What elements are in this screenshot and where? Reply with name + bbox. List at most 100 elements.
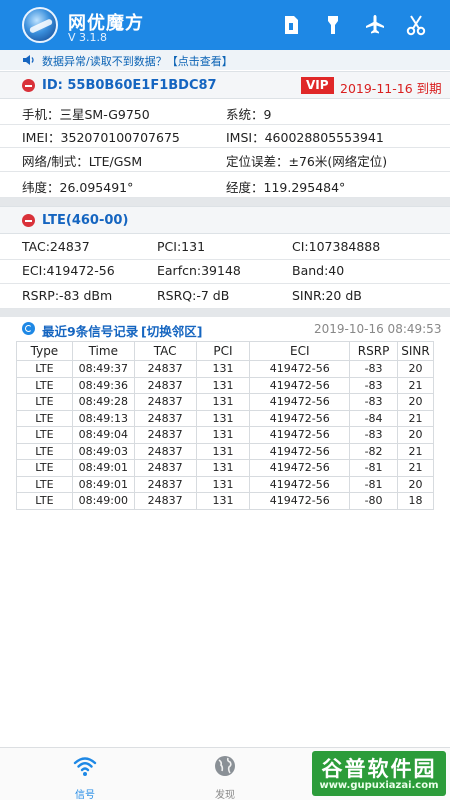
- collapse-icon[interactable]: [22, 214, 35, 227]
- cell-tac: 24837: [133, 376, 197, 394]
- device-info-row: 网络/制式：LTE/GSM 定位误差：±76米(网络定位): [0, 146, 450, 172]
- table-row: LTE 08:49:00 24837 131 419472-56 -80 18: [16, 492, 434, 510]
- table-row: LTE 08:49:28 24837 131 419472-56 -83 20: [16, 393, 434, 411]
- eci-value: ECI:419472-56: [22, 263, 115, 278]
- cell-type: LTE: [16, 393, 73, 411]
- ci-value: CI:107384888: [292, 239, 381, 254]
- lte-info-row: TAC:24837 PCI:131 CI:107384888: [0, 234, 450, 260]
- cell-sinr: 21: [397, 442, 434, 460]
- cell-tac: 24837: [133, 393, 197, 411]
- device-info-row: IMEI：352070100707675 IMSI：46002880555394…: [0, 122, 450, 148]
- cell-sinr: 20: [397, 393, 434, 411]
- globe-icon: [215, 756, 235, 776]
- cell-time: 08:49:37: [71, 360, 135, 378]
- column-header-pci: PCI: [195, 341, 251, 361]
- cell-tac: 24837: [133, 409, 197, 427]
- cell-eci: 419472-56: [249, 393, 351, 411]
- switch-neighbor-link[interactable]: [切换邻区]: [141, 321, 202, 340]
- nav-label-discover: 发现: [215, 790, 235, 800]
- cell-type: LTE: [16, 426, 73, 444]
- app-version: V 3.1.8: [68, 31, 108, 44]
- notice-bar[interactable]: 数据异常/读取不到数据？【点击查看】: [0, 50, 450, 70]
- cell-tac: 24837: [133, 360, 197, 378]
- collapse-icon[interactable]: [22, 79, 35, 92]
- cell-pci: 131: [195, 360, 251, 378]
- cell-time: 08:49:04: [71, 426, 135, 444]
- cell-pci: 131: [195, 376, 251, 394]
- signal-records-table: Type Time TAC PCI ECI RSRP SINR LTE 08:49…: [16, 341, 434, 510]
- records-timestamp: 2019-10-16 08:49:53: [314, 322, 442, 336]
- cell-eci: 419472-56: [249, 459, 351, 477]
- cell-rsrp: -84: [349, 409, 398, 427]
- cell-sinr: 21: [397, 409, 434, 427]
- device-section-header[interactable]: ID: 55B0B60E1F1BDC87 VIP 2019-11-16 到期: [0, 71, 450, 99]
- cell-eci: 419472-56: [249, 492, 351, 510]
- location-error: 定位误差：±76米(网络定位): [226, 154, 388, 169]
- cell-pci: 131: [195, 393, 251, 411]
- rsrp-value: RSRP:-83 dBm: [22, 288, 113, 303]
- lte-info-row: ECI:419472-56 Earfcn:39148 Band:40: [0, 258, 450, 284]
- cell-eci: 419472-56: [249, 376, 351, 394]
- cell-tac: 24837: [133, 459, 197, 477]
- cell-rsrp: -81: [349, 475, 398, 493]
- cell-type: LTE: [16, 492, 73, 510]
- flashlight-icon[interactable]: [322, 14, 344, 36]
- app-header: 网优魔方 V 3.1.8: [0, 0, 450, 50]
- nav-label-signal: 信号: [75, 790, 95, 800]
- imsi-value: IMSI：460028805553941: [226, 130, 384, 145]
- cell-eci: 419472-56: [249, 442, 351, 460]
- cell-sinr: 20: [397, 475, 434, 493]
- cell-pci: 131: [195, 409, 251, 427]
- nav-tab-discover[interactable]: 发现: [195, 754, 255, 800]
- column-header-sinr: SINR: [397, 341, 434, 361]
- cell-pci: 131: [195, 492, 251, 510]
- cell-tac: 24837: [133, 492, 197, 510]
- cell-time: 08:49:01: [71, 475, 135, 493]
- longitude-value: 经度：119.295484°: [226, 180, 346, 195]
- phone-model: 手机：三星SM-G9750: [22, 107, 150, 122]
- cell-eci: 419472-56: [249, 409, 351, 427]
- tac-value: TAC:24837: [22, 239, 90, 254]
- scissors-icon[interactable]: [405, 14, 427, 36]
- table-row: LTE 08:49:01 24837 131 419472-56 -81 20: [16, 475, 434, 493]
- cell-eci: 419472-56: [249, 475, 351, 493]
- cell-type: LTE: [16, 376, 73, 394]
- vip-expire-date: 2019-11-16 到期: [340, 81, 442, 96]
- rsrq-value: RSRQ:-7 dB: [157, 288, 230, 303]
- table-row: LTE 08:49:37 24837 131 419472-56 -83 20: [16, 360, 434, 378]
- cell-time: 08:49:13: [71, 409, 135, 427]
- table-row: LTE 08:49:36 24837 131 419472-56 -83 21: [16, 376, 434, 394]
- column-header-rsrp: RSRP: [349, 341, 398, 361]
- section-divider: [0, 309, 450, 317]
- cell-sinr: 21: [397, 459, 434, 477]
- cell-sinr: 18: [397, 492, 434, 510]
- cell-type: LTE: [16, 459, 73, 477]
- records-title: 最近9条信号记录: [42, 324, 139, 339]
- cell-type: LTE: [16, 475, 73, 493]
- pci-value: PCI:131: [157, 239, 206, 254]
- cell-pci: 131: [195, 475, 251, 493]
- column-header-type: Type: [16, 341, 73, 361]
- cell-tac: 24837: [133, 442, 197, 460]
- site-watermark-logo: 谷普软件园 www.gupuxiazai.com: [312, 751, 446, 796]
- wifi-signal-icon: [73, 757, 97, 776]
- nav-tab-signal[interactable]: 信号: [55, 754, 115, 800]
- os-version: 系统：9: [226, 107, 272, 122]
- cell-time: 08:49:01: [71, 459, 135, 477]
- notice-text[interactable]: 数据异常/读取不到数据？【点击查看】: [42, 53, 233, 69]
- speaker-icon: [23, 55, 34, 65]
- column-header-time: Time: [71, 341, 135, 361]
- latitude-value: 纬度：26.095491°: [22, 180, 134, 195]
- device-info-row: 纬度：26.095491° 经度：119.295484°: [0, 172, 450, 198]
- cell-tac: 24837: [133, 426, 197, 444]
- cell-time: 08:49:00: [71, 492, 135, 510]
- airplane-icon[interactable]: [364, 14, 386, 36]
- cell-rsrp: -83: [349, 426, 398, 444]
- device-id: ID: 55B0B60E1F1BDC87: [42, 78, 217, 93]
- earfcn-value: Earfcn:39148: [157, 263, 241, 278]
- sim-card-icon[interactable]: [280, 14, 302, 36]
- refresh-icon: [22, 322, 35, 335]
- cell-sinr: 20: [397, 360, 434, 378]
- lte-section-header[interactable]: LTE(460-00): [0, 206, 450, 234]
- cell-rsrp: -83: [349, 376, 398, 394]
